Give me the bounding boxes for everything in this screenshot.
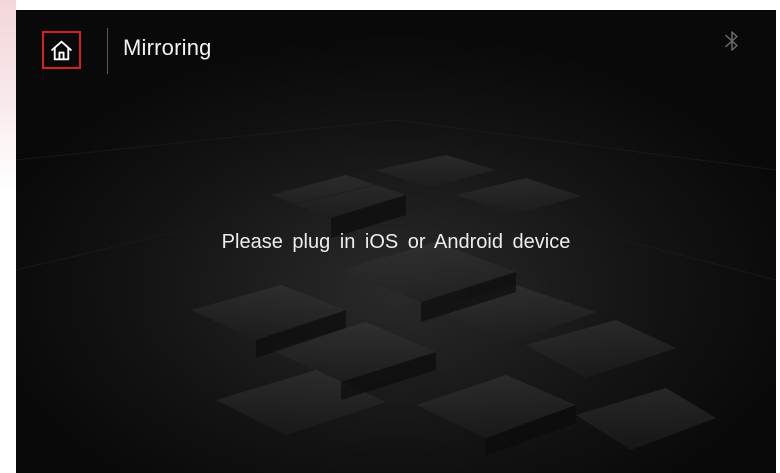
mirroring-screen: Mirroring Please plug in iOS or Android …	[16, 10, 776, 473]
header-divider	[107, 28, 108, 74]
home-button[interactable]	[42, 31, 81, 69]
bluetooth-icon	[725, 31, 738, 51]
top-bar: Mirroring	[16, 10, 776, 86]
edge-glow	[0, 0, 16, 473]
status-message: Please plug in iOS or Android device	[221, 231, 571, 253]
device-frame: Mirroring Please plug in iOS or Android …	[0, 0, 780, 473]
home-icon	[51, 40, 72, 60]
page-title: Mirroring	[123, 35, 212, 60]
